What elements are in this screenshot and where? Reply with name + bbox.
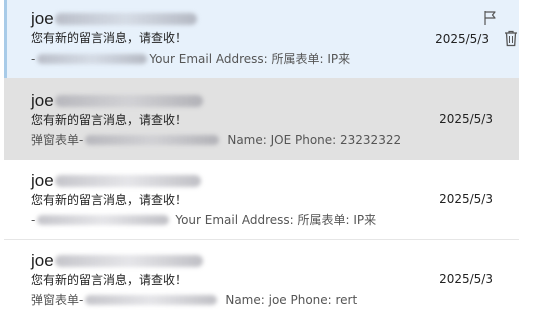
message-item-2[interactable]: joe 您有新的留言消息，请查收！ 弹窗表单- Name: JOE Phone:… xyxy=(4,78,519,160)
preview-text: Name: joe Phone: rert xyxy=(225,292,358,307)
redacted-sender xyxy=(54,13,197,25)
preview-text: Your Email Address: 所属表单: IP来 xyxy=(175,213,377,227)
message-subject: 您有新的留言消息，请查收！ xyxy=(31,113,188,127)
sender-name: joe xyxy=(31,9,54,28)
message-date: 2025/5/3 xyxy=(439,272,493,286)
message-date: 2025/5/3 xyxy=(435,32,489,46)
message-sender: joe xyxy=(31,9,197,29)
redacted-sender xyxy=(54,255,203,267)
preview-prefix: - xyxy=(31,51,36,66)
redacted-preview xyxy=(37,214,170,225)
preview-text: Name: JOE Phone: 23232322 xyxy=(227,132,402,147)
preview-prefix: 弹窗表单- xyxy=(31,293,84,307)
message-list: joe 您有新的留言消息，请查收！ - Your Email Address: … xyxy=(0,0,547,320)
message-sender: joe xyxy=(31,251,203,271)
message-item-3[interactable]: joe 您有新的留言消息，请查收！ - Your Email Address: … xyxy=(4,160,519,240)
message-item-1[interactable]: joe 您有新的留言消息，请查收！ - Your Email Address: … xyxy=(4,0,519,78)
message-preview: 弹窗表单- Name: joe Phone: rert xyxy=(31,291,357,308)
message-subject: 您有新的留言消息，请查收！ xyxy=(31,273,188,287)
redacted-preview xyxy=(37,53,148,64)
trash-icon[interactable] xyxy=(503,30,519,46)
redacted-preview xyxy=(85,134,220,145)
preview-text: Your Email Address: 所属表单: IP来 xyxy=(149,52,351,66)
redacted-preview xyxy=(85,294,218,305)
preview-prefix: - xyxy=(31,212,36,227)
scrollbar-track[interactable] xyxy=(519,0,547,320)
message-date: 2025/5/3 xyxy=(439,192,493,206)
sender-name: joe xyxy=(31,171,54,190)
message-date: 2025/5/3 xyxy=(439,112,493,126)
preview-prefix: 弹窗表单- xyxy=(31,133,84,147)
message-preview: - Your Email Address: 所属表单: IP来 xyxy=(31,50,350,67)
flag-icon[interactable] xyxy=(482,10,498,26)
message-preview: - Your Email Address: 所属表单: IP来 xyxy=(31,211,376,228)
message-item-4[interactable]: joe 您有新的留言消息，请查收！ 弹窗表单- Name: joe Phone:… xyxy=(4,240,519,320)
message-subject: 您有新的留言消息，请查收！ xyxy=(31,193,188,207)
message-preview: 弹窗表单- Name: JOE Phone: 23232322 xyxy=(31,131,401,148)
redacted-sender xyxy=(54,95,203,107)
message-sender: joe xyxy=(31,91,203,111)
message-sender: joe xyxy=(31,171,201,191)
message-subject: 您有新的留言消息，请查收！ xyxy=(31,31,188,45)
sender-name: joe xyxy=(31,251,54,270)
redacted-sender xyxy=(54,175,201,187)
sender-name: joe xyxy=(31,91,54,110)
